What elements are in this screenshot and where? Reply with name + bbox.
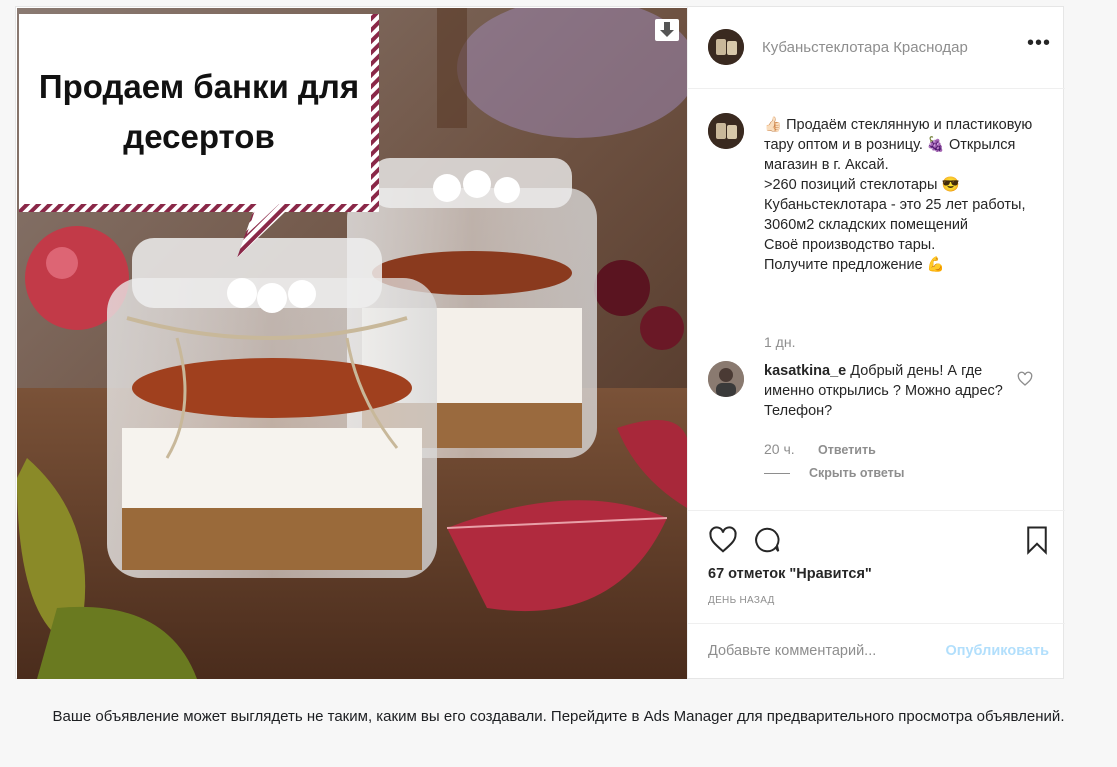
banner-text: Продаем банки для десертов [19,62,379,162]
comment-username[interactable]: kasatkina_e [764,363,846,379]
preview-disclaimer: Ваше объявление может выглядеть не таким… [52,708,1065,725]
avatar-image [708,29,744,65]
comment: kasatkina_e Добрый день! А где именно от… [764,361,1014,421]
publish-button[interactable]: Опубликовать [945,643,1049,659]
account-name[interactable]: Кубаньстеклотара Краснодар [762,39,968,56]
avatar-image [708,361,744,397]
comment-age: 20 ч. [764,441,795,457]
account-avatar[interactable] [708,29,744,65]
download-icon [660,22,674,37]
post-sidebar: Кубаньстеклотара Краснодар ••• 👍🏻 Продаё… [687,7,1065,678]
ad-image: Продаем банки для десертов [17,8,687,679]
add-comment-bar: Добавьте комментарий... Опубликовать [688,623,1065,680]
commenter-avatar[interactable] [708,361,744,397]
banner-line-2: десертов [123,118,275,155]
post-timestamp: ДЕНЬ НАЗАД [708,595,775,606]
bookmark-icon[interactable] [1022,525,1052,555]
reply-button[interactable]: Ответить [818,443,876,457]
heart-icon[interactable] [708,525,738,555]
caption-avatar[interactable] [708,113,744,149]
caption-age: 1 дн. [764,334,796,350]
hide-replies-button[interactable]: Скрыть ответы [809,466,904,480]
more-icon[interactable]: ••• [1027,32,1051,55]
comments-area[interactable]: 👍🏻 Продаём стеклянную и пластиковую тару… [688,89,1065,509]
instagram-ad-preview: Продаем банки для десертов Кубаньстеклот… [15,6,1065,679]
comment-icon[interactable] [752,525,782,555]
post-caption: 👍🏻 Продаём стеклянную и пластиковую тару… [764,117,1033,273]
likes-count[interactable]: 67 отметок "Нравится" [708,566,872,582]
avatar-image [708,113,744,149]
comment-input[interactable]: Добавьте комментарий... [708,643,876,659]
download-button[interactable] [655,19,679,41]
post-header: Кубаньстеклотара Краснодар ••• [688,7,1065,89]
banner-line-1: Продаем банки для [38,68,360,105]
comment-like-icon[interactable] [1017,371,1033,387]
hide-replies-line [764,473,790,474]
post-actions: 67 отметок "Нравится" ДЕНЬ НАЗАД [688,510,1065,623]
